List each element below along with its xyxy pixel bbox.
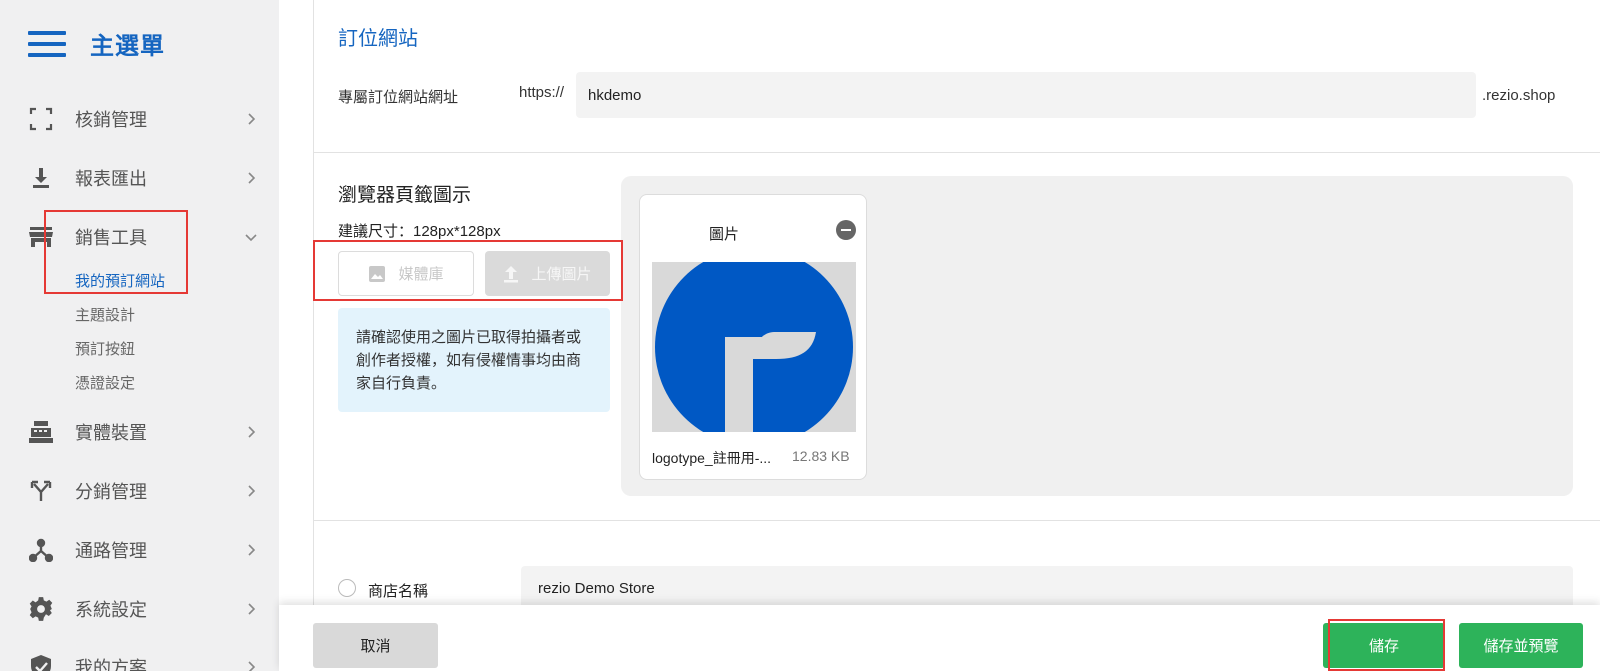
chevron-right-icon (248, 661, 256, 671)
copyright-notice: 請確認使用之圖片已取得拍攝者或創作者授權，如有侵權情事均由商家自行負責。 (338, 308, 610, 412)
cancel-button[interactable]: 取消 (313, 623, 438, 668)
shield-check-icon (28, 654, 54, 671)
image-card: 圖片 logotype_註冊用-... 12.83 KB (639, 194, 867, 480)
url-prefix: https:// (519, 84, 565, 101)
sidebar-item-label: 核銷管理 (75, 110, 147, 130)
chevron-right-icon (248, 426, 256, 438)
sidebar-subitem-theme-design[interactable]: 主題設計 (75, 304, 135, 325)
sidebar-item-distribution[interactable]: 分銷管理 (0, 469, 279, 513)
chevron-right-icon (248, 113, 256, 125)
sidebar-item-report-export[interactable]: 報表匯出 (0, 156, 279, 200)
booking-url-input[interactable] (576, 72, 1476, 118)
url-label: 專屬訂位網站網址 (338, 89, 459, 106)
divider (314, 152, 1600, 153)
split-arrows-icon (28, 478, 54, 504)
favicon-title: 瀏覽器頁籤圖示 (338, 185, 472, 206)
save-preview-button[interactable]: 儲存並預覽 (1459, 623, 1583, 668)
chevron-down-icon (245, 234, 257, 242)
sidebar-item-label: 實體裝置 (75, 423, 147, 443)
sidebar-item-my-plan[interactable]: 我的方案 (0, 645, 279, 671)
store-name-input[interactable] (521, 566, 1573, 610)
channel-network-icon (28, 537, 54, 563)
chevron-right-icon (248, 603, 256, 615)
sidebar-item-label: 系統設定 (75, 600, 147, 620)
gear-icon (28, 596, 54, 622)
cash-register-icon (28, 419, 54, 445)
sidebar-item-label: 分銷管理 (75, 482, 147, 502)
highlight-box (1328, 619, 1445, 671)
image-card-title: 圖片 (708, 226, 739, 243)
divider (314, 520, 1600, 521)
highlight-box (313, 240, 623, 301)
image-file-name: logotype_註冊用-... (652, 450, 772, 466)
sidebar-item-physical-devices[interactable]: 實體裝置 (0, 410, 279, 454)
highlight-box (44, 210, 188, 294)
sidebar-item-verification[interactable]: 核銷管理 (0, 97, 279, 141)
store-name-radio[interactable] (338, 579, 356, 597)
chevron-right-icon (248, 485, 256, 497)
sidebar-item-channel[interactable]: 通路管理 (0, 528, 279, 572)
chevron-right-icon (248, 544, 256, 556)
sidebar: 主選單 核銷管理 報表匯出 銷售工具 我的預訂網站 主題設計 預訂按鈕 憑證設定… (0, 0, 279, 671)
favicon-size-hint: 建議尺寸：128px*128px (338, 223, 501, 240)
sidebar-item-label: 我的方案 (75, 658, 147, 671)
sidebar-item-label: 報表匯出 (75, 169, 147, 189)
sidebar-item-system-settings[interactable]: 系統設定 (0, 587, 279, 631)
chevron-right-icon (248, 172, 256, 184)
main-content: 訂位網站 專屬訂位網站網址 https:// .rezio.shop 瀏覽器頁籤… (313, 0, 1600, 671)
sidebar-subitem-voucher-settings[interactable]: 憑證設定 (75, 372, 135, 393)
menu-title: 主選單 (90, 33, 165, 60)
store-name-label: 商店名稱 (368, 583, 429, 600)
sidebar-subitem-booking-button[interactable]: 預訂按鈕 (75, 338, 135, 359)
hamburger-icon[interactable] (28, 30, 66, 57)
remove-icon[interactable] (836, 220, 856, 240)
sidebar-item-label: 通路管理 (75, 541, 147, 561)
download-icon (28, 165, 54, 191)
menu-header: 主選單 (28, 26, 165, 61)
favicon-thumbnail (652, 262, 856, 432)
url-suffix: .rezio.shop (1482, 87, 1556, 104)
section-title: 訂位網站 (338, 28, 418, 50)
image-upload-area[interactable]: 圖片 logotype_註冊用-... 12.83 KB (621, 176, 1573, 496)
footer-bar: 取消 儲存 儲存並預覽 (279, 605, 1600, 671)
image-file-size: 12.83 KB (792, 448, 850, 464)
scan-icon (28, 106, 54, 132)
